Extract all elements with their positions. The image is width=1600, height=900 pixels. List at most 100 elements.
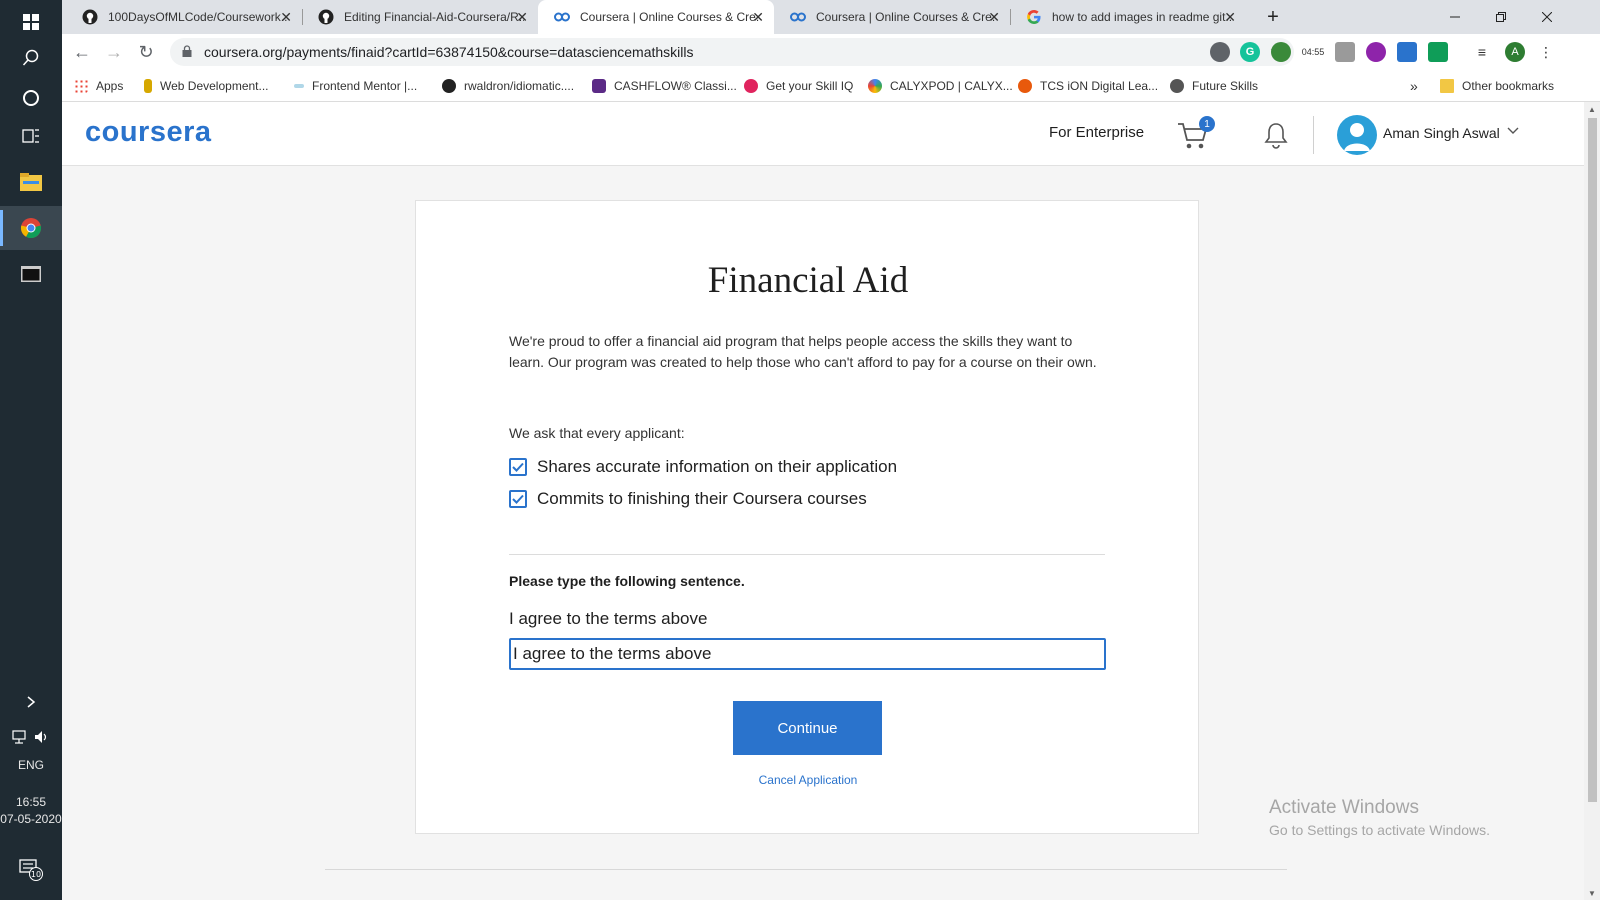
clock-time[interactable]: 16:55 — [0, 794, 62, 810]
required-sentence: I agree to the terms above — [509, 609, 708, 628]
apps-grid-icon — [74, 79, 88, 93]
for-enterprise-link[interactable]: For Enterprise — [1049, 124, 1144, 141]
page-scrollbar[interactable]: ▲ ▼ — [1584, 102, 1600, 900]
bookmark-favicon-icon — [144, 79, 152, 93]
notification-count: 10 — [31, 870, 41, 879]
notifications-bell-icon[interactable] — [1263, 121, 1289, 149]
bookmark-future-skills[interactable]: Future Skills — [1170, 76, 1258, 96]
restore-icon[interactable] — [1478, 0, 1524, 34]
task-view-icon[interactable] — [0, 114, 62, 158]
bookmark-calyxpod[interactable]: CALYXPOD | CALYX... — [868, 76, 1013, 96]
user-avatar-icon[interactable] — [1337, 115, 1377, 155]
scroll-up-icon[interactable]: ▲ — [1584, 102, 1600, 116]
activate-windows-subtitle: Go to Settings to activate Windows. — [1269, 822, 1490, 838]
coursera-logo[interactable]: coursera — [85, 116, 212, 149]
checklist-extension-icon[interactable] — [1397, 42, 1417, 62]
folder-icon — [1440, 79, 1454, 93]
github-icon — [442, 79, 456, 93]
activate-windows-title: Activate Windows — [1269, 797, 1419, 818]
agreement-input[interactable] — [509, 638, 1106, 670]
applicant-requirements-label: We ask that every applicant: — [509, 425, 685, 441]
profile-avatar[interactable]: A — [1505, 42, 1525, 62]
browser-tab-1[interactable]: 100DaysOfMLCode/Coursework... ✕ — [66, 0, 302, 34]
page-content: coursera For Enterprise 1 Aman Singh Asw… — [62, 102, 1584, 900]
bookmarks-overflow-icon[interactable]: » — [1410, 76, 1418, 96]
close-tab-icon[interactable]: ✕ — [752, 9, 764, 26]
bookmark-favicon-icon — [592, 79, 606, 93]
checkbox-row-finish-courses[interactable]: Commits to finishing their Coursera cour… — [509, 489, 867, 509]
reload-icon[interactable]: ↻ — [134, 40, 158, 64]
chevron-right-icon[interactable] — [0, 690, 62, 714]
back-icon[interactable]: ← — [70, 40, 94, 64]
browser-tab-4[interactable]: Coursera | Online Courses & Cre... ✕ — [774, 0, 1010, 34]
close-tab-icon[interactable]: ✕ — [1224, 9, 1236, 26]
footer-divider — [325, 869, 1287, 870]
cancel-application-link[interactable]: Cancel Application — [416, 773, 1200, 787]
terminal-icon[interactable] — [0, 252, 62, 296]
browser-tab-5[interactable]: how to add images in readme git... ✕ — [1010, 0, 1246, 34]
checkbox-label: Shares accurate information on their app… — [537, 457, 898, 476]
clock-date[interactable]: 07-05-2020 — [0, 811, 62, 827]
bookmark-skill-iq[interactable]: Get your Skill IQ — [744, 76, 853, 96]
windows-taskbar: ENG 16:55 07-05-2020 10 — [0, 0, 62, 900]
browser-tab-2[interactable]: Editing Financial-Aid-Coursera/R... ✕ — [302, 0, 538, 34]
chrome-taskbar-icon[interactable] — [0, 206, 62, 250]
new-tab-button[interactable]: + — [1250, 0, 1296, 34]
bookmarks-bar: Apps Web Development... Frontend Mentor … — [62, 70, 1600, 102]
minimize-icon[interactable] — [1432, 0, 1478, 34]
browser-tab-3-active[interactable]: Coursera | Online Courses & Cre... ✕ — [538, 0, 774, 34]
checkbox-row-accurate-info[interactable]: Shares accurate information on their app… — [509, 457, 897, 477]
coursera-favicon-icon — [790, 9, 806, 25]
bookmark-other[interactable]: Other bookmarks — [1440, 76, 1554, 96]
bookmark-favicon-icon — [294, 84, 304, 88]
network-volume-icons[interactable] — [0, 726, 62, 748]
image-extension-icon[interactable] — [1335, 42, 1355, 62]
purple-extension-icon[interactable] — [1366, 42, 1386, 62]
bookmark-cashflow[interactable]: CASHFLOW® Classi... — [592, 76, 737, 96]
bookmark-idiomatic[interactable]: rwaldron/idiomatic.... — [442, 76, 574, 96]
checkbox-finish-courses[interactable] — [509, 490, 527, 508]
continue-button[interactable]: Continue — [733, 701, 882, 755]
notifications-icon[interactable]: 10 — [0, 848, 62, 892]
lock-icon[interactable] — [182, 44, 192, 60]
search-icon[interactable] — [0, 36, 62, 80]
browser-menu-icon[interactable]: ⋮ — [1536, 42, 1556, 62]
header-divider — [1313, 116, 1314, 154]
power-icon — [1018, 79, 1032, 93]
url-text: coursera.org/payments/finaid?cartId=6387… — [204, 44, 694, 60]
scroll-down-icon[interactable]: ▼ — [1584, 886, 1600, 900]
file-explorer-icon[interactable] — [0, 160, 62, 204]
bookmark-tcs-ion[interactable]: TCS iON Digital Lea... — [1018, 76, 1158, 96]
shield-extension-icon[interactable] — [1428, 42, 1448, 62]
grammarly-icon[interactable]: G — [1240, 42, 1260, 62]
globe-icon — [1170, 79, 1184, 93]
tree-extension-icon[interactable] — [1271, 42, 1291, 62]
user-name[interactable]: Aman Singh Aswal — [1383, 125, 1500, 141]
page-title: Financial Aid — [707, 260, 909, 301]
checkbox-label: Commits to finishing their Coursera cour… — [537, 489, 867, 508]
coursera-favicon-icon — [554, 9, 570, 25]
timer-extension[interactable]: 04:55 — [1302, 42, 1324, 62]
forward-icon[interactable]: → — [102, 40, 126, 64]
type-sentence-prompt: Please type the following sentence. — [509, 573, 745, 589]
checkbox-accurate-info[interactable] — [509, 458, 527, 476]
bookmark-web-development[interactable]: Web Development... — [144, 76, 269, 96]
browser-toolbar: ← → ↻ coursera.org/payments/finaid?cartI… — [62, 34, 1600, 70]
bookmark-apps[interactable]: Apps — [74, 76, 123, 96]
chevron-down-icon[interactable] — [1507, 124, 1519, 138]
pluralsight-icon — [744, 79, 758, 93]
bookmark-frontend-mentor[interactable]: Frontend Mentor |... — [294, 76, 417, 96]
browser-tab-strip: 100DaysOfMLCode/Coursework... ✕ Editing … — [62, 0, 1600, 34]
intro-paragraph: We're proud to offer a financial aid pro… — [509, 333, 1097, 370]
close-tab-icon[interactable]: ✕ — [516, 9, 528, 26]
site-header: coursera For Enterprise 1 Aman Singh Asw… — [62, 102, 1584, 166]
google-icon — [1026, 9, 1042, 25]
close-tab-icon[interactable]: ✕ — [988, 9, 1000, 26]
bug-extension-icon[interactable] — [1210, 42, 1230, 62]
close-window-icon[interactable] — [1524, 0, 1570, 34]
close-tab-icon[interactable]: ✕ — [280, 9, 292, 26]
media-control-icon[interactable]: ≡ — [1472, 42, 1492, 62]
language-indicator[interactable]: ENG — [0, 757, 62, 773]
scroll-thumb[interactable] — [1588, 118, 1597, 802]
address-bar[interactable]: coursera.org/payments/finaid?cartId=6387… — [170, 38, 1294, 66]
